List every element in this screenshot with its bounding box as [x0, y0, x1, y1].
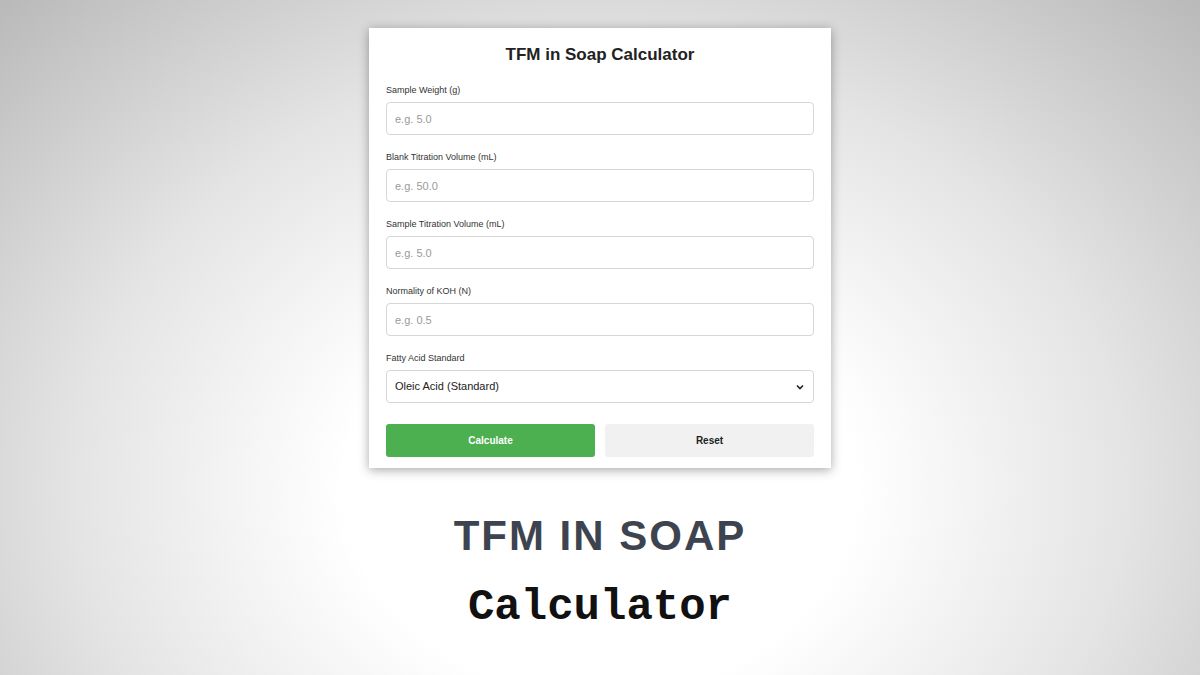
- field-label: Sample Titration Volume (mL): [386, 218, 814, 230]
- button-row: Calculate Reset: [386, 424, 814, 457]
- field-label: Sample Weight (g): [386, 84, 814, 96]
- card-title: TFM in Soap Calculator: [386, 44, 814, 66]
- field-label: Blank Titration Volume (mL): [386, 151, 814, 163]
- field-label: Fatty Acid Standard: [386, 352, 814, 364]
- select-value: Oleic Acid (Standard): [395, 378, 499, 395]
- number-input[interactable]: [386, 102, 814, 135]
- calculate-button[interactable]: Calculate: [386, 424, 595, 457]
- fatty-acid-select[interactable]: Oleic Acid (Standard): [386, 370, 814, 403]
- chevron-down-icon: [795, 382, 805, 392]
- form-field: Normality of KOH (N): [386, 285, 814, 336]
- page-heading: TFM IN SOAP: [454, 515, 747, 557]
- page-subheading: Calculator: [468, 585, 732, 629]
- form-field: Fatty Acid Standard Oleic Acid (Standard): [386, 352, 814, 403]
- number-input[interactable]: [386, 169, 814, 202]
- form-field: Blank Titration Volume (mL): [386, 151, 814, 202]
- form-field: Sample Titration Volume (mL): [386, 218, 814, 269]
- number-input[interactable]: [386, 303, 814, 336]
- calculator-card: TFM in Soap Calculator Sample Weight (g) B…: [369, 28, 831, 468]
- reset-button[interactable]: Reset: [605, 424, 814, 457]
- field-label: Normality of KOH (N): [386, 285, 814, 297]
- page: TFM in Soap Calculator Sample Weight (g) B…: [0, 0, 1200, 675]
- form-field: Sample Weight (g): [386, 84, 814, 135]
- number-input[interactable]: [386, 236, 814, 269]
